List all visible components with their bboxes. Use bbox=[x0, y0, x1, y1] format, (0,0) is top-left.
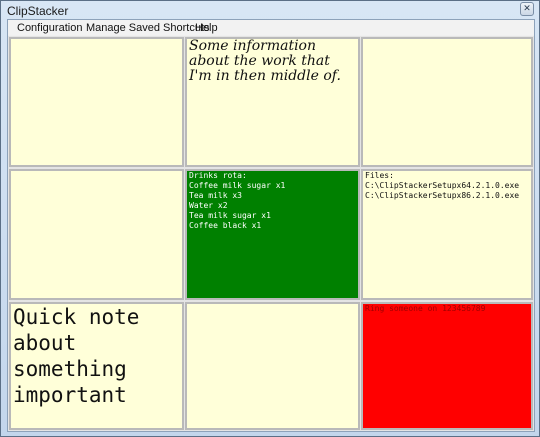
clip-cell-6[interactable]: Files: C:\ClipStackerSetupx64.2.1.0.exe … bbox=[361, 169, 533, 300]
app-window: ClipStacker ✕ Configuration Manage Saved… bbox=[0, 0, 540, 437]
clip-cell-9-text: Ring someone on 123456789 bbox=[365, 304, 486, 313]
clip-cell-2-text: Some information about the work that I'm… bbox=[189, 38, 341, 84]
clip-cell-3[interactable] bbox=[361, 37, 533, 167]
clip-grid: Some information about the work that I'm… bbox=[8, 36, 534, 431]
close-button[interactable]: ✕ bbox=[520, 2, 534, 16]
title-bar[interactable]: ClipStacker ✕ bbox=[1, 1, 539, 19]
window-title: ClipStacker bbox=[7, 4, 69, 18]
menu-configuration[interactable]: Configuration bbox=[17, 22, 82, 34]
clip-cell-7[interactable]: Quick note about something important bbox=[9, 302, 184, 430]
clip-cell-5-text: Drinks rota: Coffee milk sugar x1 Tea mi… bbox=[189, 171, 286, 230]
clip-cell-5[interactable]: Drinks rota: Coffee milk sugar x1 Tea mi… bbox=[185, 169, 360, 300]
menu-help[interactable]: Help bbox=[195, 22, 218, 34]
clip-cell-6-text: Files: C:\ClipStackerSetupx64.2.1.0.exe … bbox=[365, 171, 520, 200]
clip-cell-2[interactable]: Some information about the work that I'm… bbox=[185, 37, 360, 167]
menu-manage-saved-shortcuts[interactable]: Manage Saved Shortcuts bbox=[86, 22, 210, 34]
clip-cell-9[interactable]: Ring someone on 123456789 bbox=[361, 302, 533, 430]
menu-bar: Configuration Manage Saved Shortcuts Hel… bbox=[8, 20, 534, 35]
clip-cell-1[interactable] bbox=[9, 37, 184, 167]
clip-cell-4[interactable] bbox=[9, 169, 184, 300]
close-icon: ✕ bbox=[523, 4, 531, 14]
clip-cell-8[interactable] bbox=[185, 302, 360, 430]
clip-cell-7-text: Quick note about something important bbox=[13, 305, 153, 407]
client-area: Configuration Manage Saved Shortcuts Hel… bbox=[7, 19, 535, 432]
